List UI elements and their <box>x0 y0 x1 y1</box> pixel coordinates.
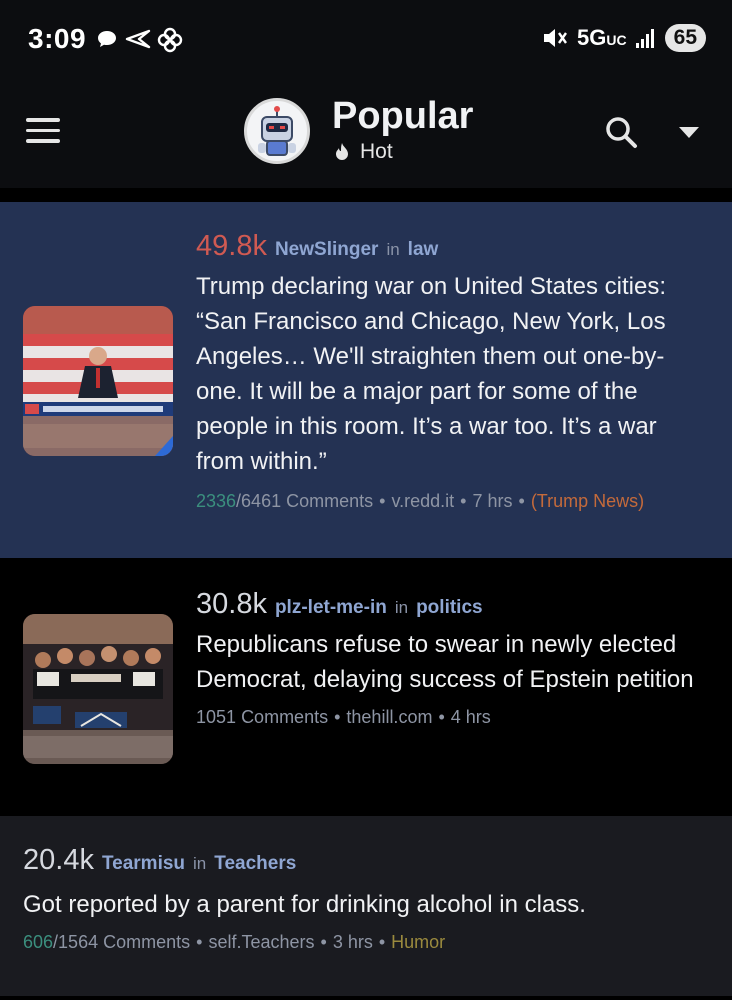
post-thumbnail[interactable] <box>23 306 173 456</box>
divider <box>0 188 732 202</box>
bird-icon <box>125 29 151 49</box>
post-domain[interactable]: thehill.com <box>346 707 432 727</box>
search-icon <box>606 117 637 148</box>
post-content: 49.8k NewSlinger in law Trump declaring … <box>196 230 710 512</box>
status-bar: 3:09 5GUC 65 <box>0 0 732 80</box>
post-author[interactable]: Tearmisu <box>102 853 185 875</box>
post-footer: 2336/6461 Comments • v.redd.it • 7 hrs • (Trum… <box>196 491 645 511</box>
post-score: 30.8k <box>196 588 267 620</box>
page-title: Popular <box>332 95 474 137</box>
post-content: 20.4k Tearmisu in Teachers Got reported … <box>23 844 710 953</box>
post-content: 30.8k plz-let-me-in in politics Republic… <box>196 588 710 728</box>
chat-bubble-icon <box>98 31 116 47</box>
comment-count: 1051 <box>196 707 237 727</box>
divider <box>0 996 732 1000</box>
post-flair: (Trump News) <box>530 491 645 511</box>
post-domain[interactable]: v.redd.it <box>391 491 454 511</box>
photo-thumbnail-image <box>23 614 173 764</box>
post-card[interactable]: 20.4k Tearmisu in Teachers Got reported … <box>0 816 732 996</box>
post-subreddit[interactable]: politics <box>416 597 483 619</box>
video-thumbnail-image <box>23 306 173 456</box>
post-thumbnail[interactable] <box>23 614 173 764</box>
post-footer: 1051 Comments • thehill.com • 4 hrs <box>196 707 491 727</box>
pinwheel-icon <box>157 27 183 53</box>
comments-link[interactable]: Comments <box>286 491 373 511</box>
post-age: 3 hrs <box>332 932 373 952</box>
new-comment-count: 606 <box>23 932 54 952</box>
status-right: 5GUC 65 <box>541 24 706 52</box>
sort-indicator: Hot <box>332 140 473 164</box>
comments-link[interactable]: Comments <box>241 707 328 727</box>
post-author[interactable]: plz-let-me-in <box>275 597 387 619</box>
chevron-down-icon <box>679 127 699 138</box>
post-flair: Humor <box>391 932 446 952</box>
more-options-button[interactable] <box>676 122 702 142</box>
post-card[interactable]: 30.8k plz-let-me-in in politics Republic… <box>0 558 732 816</box>
new-comment-count: 2336 <box>196 491 237 511</box>
total-comment-count: /6461 <box>236 491 282 511</box>
post-title[interactable]: Got reported by a parent for drinking al… <box>23 887 710 922</box>
search-button[interactable] <box>603 114 639 150</box>
network-type: 5GUC <box>577 25 627 50</box>
notification-icons <box>95 27 183 53</box>
total-comment-count: /1564 <box>53 932 99 952</box>
post-title[interactable]: Republicans refuse to swear in newly ele… <box>196 627 710 697</box>
post-author[interactable]: NewSlinger <box>275 239 378 261</box>
post-age: 4 hrs <box>450 707 491 727</box>
post-meta: 49.8k NewSlinger in law <box>196 230 439 262</box>
post-meta: 30.8k plz-let-me-in in politics <box>196 588 483 620</box>
header-title-block[interactable]: Popular Hot <box>332 94 473 164</box>
comments-link[interactable]: Comments <box>103 932 190 952</box>
community-avatar[interactable] <box>244 98 310 164</box>
post-score: 20.4k <box>23 844 94 876</box>
post-subreddit[interactable]: law <box>408 239 439 261</box>
flame-icon <box>336 143 348 160</box>
status-time: 3:09 <box>28 23 87 54</box>
post-age: 7 hrs <box>472 491 513 511</box>
battery-indicator: 65 <box>664 24 706 52</box>
post-card[interactable]: 49.8k NewSlinger in law Trump declaring … <box>0 202 732 558</box>
post-subreddit[interactable]: Teachers <box>214 853 296 875</box>
post-domain[interactable]: self.Teachers <box>208 932 314 952</box>
mute-icon <box>544 29 568 47</box>
post-score: 49.8k <box>196 230 267 262</box>
sort-label: Hot <box>360 140 393 163</box>
signal-icon <box>635 29 654 48</box>
robot-avatar-icon <box>258 106 296 156</box>
post-footer: 606/1564 Comments • self.Teachers • 3 hrs • Hu… <box>23 932 446 952</box>
menu-button[interactable] <box>26 118 64 148</box>
menu-icon <box>26 118 60 122</box>
post-title[interactable]: Trump declaring war on United States cit… <box>196 269 710 479</box>
post-meta: 20.4k Tearmisu in Teachers <box>23 844 297 876</box>
app-bar: Popular Hot <box>0 80 732 188</box>
